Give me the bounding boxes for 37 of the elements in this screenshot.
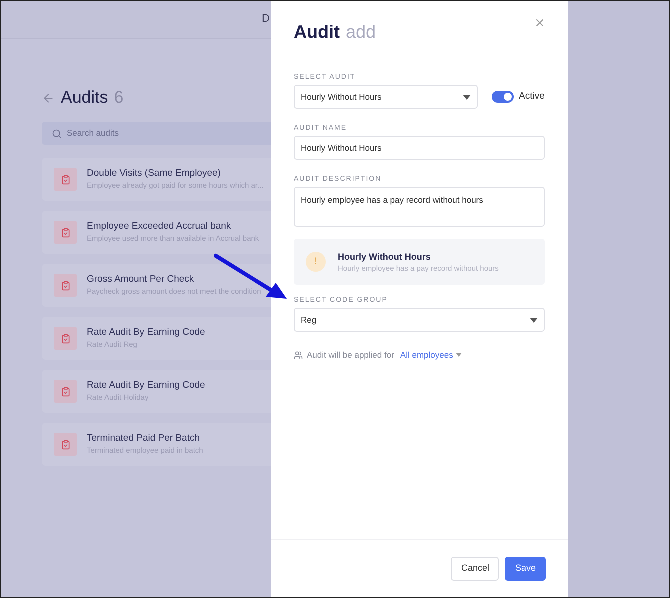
caret-icon xyxy=(456,353,462,358)
clipboard-icon xyxy=(54,433,77,456)
applied-text: Audit will be applied for xyxy=(307,349,394,362)
clipboard-icon xyxy=(54,168,77,191)
search-icon xyxy=(52,128,62,138)
close-icon[interactable] xyxy=(534,17,546,29)
active-toggle[interactable] xyxy=(492,91,514,103)
audit-name: Rate Audit By Earning Code xyxy=(87,380,206,392)
clipboard-icon xyxy=(54,327,77,350)
code-group-select[interactable]: Reg xyxy=(294,308,545,332)
search-placeholder: Search audits xyxy=(67,127,119,140)
audit-name: Terminated Paid Per Batch xyxy=(87,433,202,445)
audit-name: Gross Amount Per Check xyxy=(87,274,196,286)
cancel-button[interactable]: Cancel xyxy=(451,556,500,580)
modal-title: Audit xyxy=(294,21,340,44)
save-button[interactable]: Save xyxy=(505,556,546,580)
clipboard-icon xyxy=(54,380,77,403)
audit-name: Double Visits (Same Employee) xyxy=(87,168,222,180)
header-text: D xyxy=(262,12,270,28)
audit-name-field[interactable]: Hourly Without Hours xyxy=(294,136,545,160)
audit-description-field[interactable]: Hourly employee has a pay record without hours xyxy=(294,187,545,227)
clipboard-icon xyxy=(54,221,77,244)
warning-icon: ! xyxy=(306,252,326,272)
audit-name: Employee Exceeded Accrual bank xyxy=(87,221,232,233)
active-label: Active xyxy=(519,90,545,104)
caret-icon xyxy=(530,318,538,322)
modal-title-suffix: add xyxy=(346,21,376,44)
back-arrow-icon[interactable] xyxy=(42,92,55,104)
audit-name: Rate Audit By Earning Code xyxy=(87,327,206,339)
people-icon xyxy=(294,350,303,360)
info-title: Hourly Without Hours xyxy=(338,250,432,262)
audit-select[interactable]: Hourly Without Hours xyxy=(294,85,478,109)
clipboard-icon xyxy=(54,274,77,297)
page-title: Audits xyxy=(61,87,108,110)
caret-icon xyxy=(463,94,471,100)
audit-count: 6 xyxy=(114,87,124,110)
employees-dropdown[interactable]: All employees xyxy=(400,349,462,362)
